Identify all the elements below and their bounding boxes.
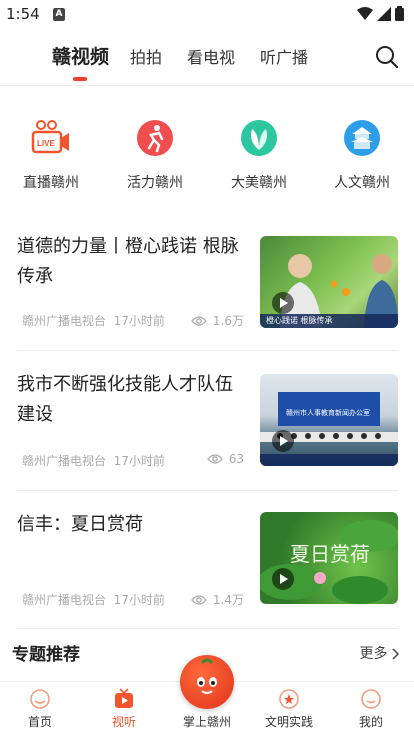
status-bar: 1:54 A [0,0,414,30]
news-time: 17小时前 [113,314,165,328]
tab-listen-radio[interactable]: 听广播 [260,44,308,68]
eye-icon [191,315,207,326]
thumbnail-art [260,392,398,466]
more-label: 更多 [359,646,388,662]
nav-label: 首页 [27,715,52,729]
nav-civilization[interactable]: 文明实践 [259,688,319,730]
news-meta: 赣州广播电视台 17小时前 [22,452,165,469]
star-badge-icon [279,689,299,709]
nav-label[interactable]: 掌上赣州 [177,713,237,730]
pagoda-icon [344,120,380,156]
nav-home[interactable]: 首页 [10,688,70,730]
thumbnail-caption: 赣州市人事教育新闻办公室 [286,409,370,417]
more-link[interactable]: 更多 [360,643,400,663]
thumbnail-caption: 橙心践诺 根脉传承 [266,316,333,325]
signal-icon [377,6,391,21]
category-grid: LIVE 直播赣州 活力赣州 大美赣州 人文赣州 [0,118,414,198]
news-title[interactable]: 道德的力量丨橙心践诺 根脉传承 [17,232,247,292]
nav-label: 我的 [358,715,383,729]
category-culture[interactable]: 人文赣州 [317,118,407,192]
category-label: 人文赣州 [334,175,390,191]
category-beauty[interactable]: 大美赣州 [214,118,304,192]
news-thumbnail[interactable]: 赣州市人事教育新闻办公室 [260,374,398,466]
status-time: 1:54 [6,5,40,23]
play-icon[interactable] [272,292,294,314]
divider [17,490,398,491]
news-title[interactable]: 我市不断强化技能人才队伍建设 [17,370,247,430]
category-vitality[interactable]: 活力赣州 [110,118,200,192]
category-label: 大美赣州 [231,175,287,191]
news-thumbnail[interactable]: 橙心践诺 根脉传承 [260,236,398,328]
leaf-icon [241,120,277,156]
news-title[interactable]: 信丰：夏日赏荷 [17,510,247,540]
play-icon[interactable] [272,430,294,452]
news-source: 赣州广播电视台 [22,593,107,607]
mascot-button[interactable] [180,655,234,709]
wifi-icon [357,6,373,20]
nav-label: 视听 [111,715,136,729]
eye-icon [206,454,223,464]
status-icons [357,6,404,21]
running-icon [137,120,173,156]
nav-av[interactable]: 视听 [94,688,154,730]
section-title: 专题推荐 [12,645,80,665]
category-live[interactable]: LIVE 直播赣州 [6,118,96,192]
top-tab-bar: 赣视频 拍拍 看电视 听广播 [0,30,414,86]
notification-a-icon: A [53,8,65,21]
tab-watch-tv[interactable]: 看电视 [187,44,235,68]
play-icon[interactable] [272,568,294,590]
live-icon: LIVE [31,120,69,154]
news-source: 赣州广播电视台 [22,454,107,468]
news-meta: 赣州广播电视台 17小时前 [22,591,165,608]
profile-icon [361,689,381,709]
tv-icon [115,688,133,708]
category-label: 直播赣州 [23,175,79,191]
news-time: 17小时前 [113,454,165,468]
svg-text:LIVE: LIVE [37,139,55,148]
nav-profile[interactable]: 我的 [341,688,401,730]
news-time: 17小时前 [113,593,165,607]
news-views: 63 [206,452,244,466]
view-count: 1.6万 [212,314,244,328]
thumbnail-caption: 夏日赏荷 [290,542,370,566]
home-icon [30,689,50,709]
divider [17,628,398,629]
tab-gan-video[interactable]: 赣视频 [52,42,109,69]
divider [17,350,398,351]
view-count: 63 [228,452,244,466]
news-source: 赣州广播电视台 [22,314,107,328]
news-meta: 赣州广播电视台 17小时前 [22,312,165,329]
news-thumbnail[interactable]: 夏日赏荷 [260,512,398,604]
news-views: 1.6万 [191,312,244,329]
tab-paipai[interactable]: 拍拍 [130,44,162,68]
chevron-right-icon [392,648,400,660]
nav-label: 文明实践 [264,715,313,729]
view-count: 1.4万 [212,593,244,607]
eye-icon [191,594,207,605]
search-icon[interactable] [374,44,400,70]
mascot-icon [197,658,217,694]
battery-icon [395,6,404,21]
category-label: 活力赣州 [127,175,183,191]
news-views: 1.4万 [191,591,244,608]
active-tab-indicator [73,77,87,81]
